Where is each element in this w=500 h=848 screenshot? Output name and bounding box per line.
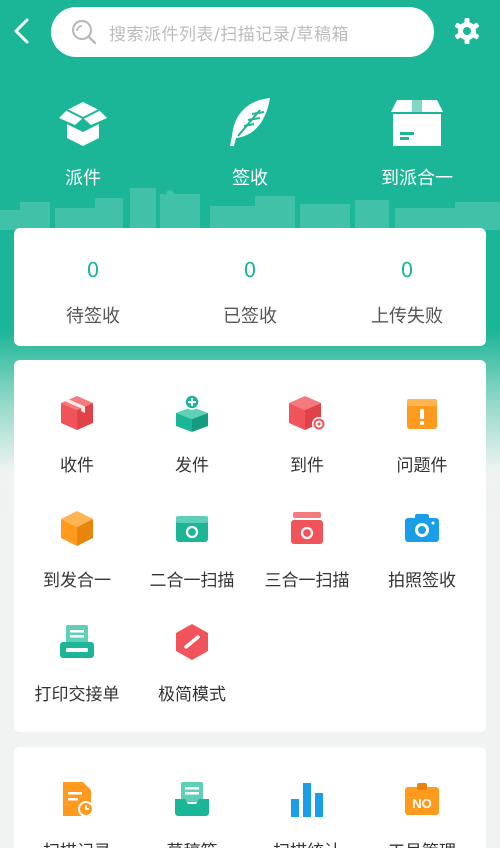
camera-icon bbox=[405, 514, 439, 542]
tile-arrive-send[interactable]: 到发合一 bbox=[18, 508, 136, 608]
function-grid-panel: 收件 发件 到件 问题件 到发合一 二合一扫描 三合一扫描 拍照签收 打印交接单… bbox=[14, 360, 486, 732]
quick-action-arrive-dispatch[interactable]: 到派合一 bbox=[357, 92, 477, 192]
stat-label: 上传失败 bbox=[371, 306, 443, 327]
tile-scan-stats[interactable]: 扫描统计 bbox=[248, 779, 366, 848]
search-icon bbox=[71, 19, 97, 45]
tile-label: 到发合一 bbox=[43, 571, 111, 591]
scan-3in1-icon bbox=[291, 512, 323, 544]
tile-label: 草稿箱 bbox=[133, 837, 251, 848]
stat-signed[interactable]: 0 已签收 bbox=[171, 228, 329, 346]
arrive-box-icon bbox=[289, 396, 326, 431]
tile-minimal-mode[interactable]: 极简模式 bbox=[133, 622, 251, 722]
tile-scan-3in1[interactable]: 三合一扫描 bbox=[248, 508, 366, 608]
tile-employee-id[interactable]: NO 工号管理 bbox=[363, 779, 481, 848]
cube-icon bbox=[61, 511, 93, 546]
open-box-icon bbox=[59, 102, 107, 146]
tile-label: 扫描统计 bbox=[248, 837, 366, 848]
gear-icon[interactable] bbox=[452, 16, 482, 46]
tile-receive[interactable]: 收件 bbox=[18, 393, 136, 493]
stat-upload-failed[interactable]: 0 上传失败 bbox=[328, 228, 486, 346]
tile-label: 扫描记录 bbox=[18, 837, 136, 848]
tile-label: 三合一扫描 bbox=[264, 571, 350, 591]
stats-card: 0 待签收 0 已签收 0 上传失败 bbox=[14, 228, 486, 346]
city-skyline-decoration bbox=[0, 188, 500, 230]
badge-no-icon: NO bbox=[405, 783, 439, 815]
bar-stats-icon bbox=[291, 783, 323, 817]
scan-record-icon bbox=[63, 782, 94, 817]
tile-arrive[interactable]: 到件 bbox=[248, 393, 366, 493]
tile-label: 拍照签收 bbox=[388, 571, 456, 591]
problem-box-icon bbox=[407, 399, 437, 429]
tile-label: 到件 bbox=[290, 456, 324, 476]
tile-problem[interactable]: 问题件 bbox=[363, 393, 481, 493]
quick-action-dispatch[interactable]: 派件 bbox=[23, 92, 143, 192]
scan-2in1-icon bbox=[176, 516, 208, 542]
feather-icon bbox=[230, 98, 270, 146]
draft-tray-icon bbox=[175, 782, 209, 816]
tile-label: 二合一扫描 bbox=[149, 571, 235, 591]
tile-label: 打印交接单 bbox=[34, 685, 120, 705]
tile-label: 收件 bbox=[60, 456, 94, 476]
tile-label: 极简模式 bbox=[158, 685, 226, 705]
stat-pending-sign[interactable]: 0 待签收 bbox=[14, 228, 172, 346]
search-placeholder: 搜索派件列表/扫描记录/草稿箱 bbox=[109, 24, 349, 45]
tile-label: 工号管理 bbox=[363, 837, 481, 848]
printer-icon bbox=[60, 625, 94, 658]
tile-photo-sign[interactable]: 拍照签收 bbox=[363, 508, 481, 608]
search-input[interactable]: 搜索派件列表/扫描记录/草稿箱 bbox=[51, 7, 434, 57]
tile-send[interactable]: 发件 bbox=[133, 393, 251, 493]
stat-value: 0 bbox=[400, 258, 414, 282]
tile-scan-record[interactable]: 扫描记录 bbox=[18, 779, 136, 848]
tile-scan-2in1[interactable]: 二合一扫描 bbox=[133, 508, 251, 608]
stat-value: 0 bbox=[86, 258, 100, 282]
send-box-icon bbox=[176, 394, 208, 432]
minimal-mode-icon bbox=[176, 624, 208, 660]
back-icon[interactable] bbox=[10, 16, 36, 46]
receive-box-icon bbox=[61, 396, 93, 430]
quick-action-sign[interactable]: 签收 bbox=[190, 92, 310, 192]
tile-print-handover[interactable]: 打印交接单 bbox=[18, 622, 136, 722]
tile-label: 发件 bbox=[175, 456, 209, 476]
tile-label: 问题件 bbox=[396, 456, 448, 476]
stat-label: 待签收 bbox=[66, 306, 120, 327]
tools-panel: 扫描记录 草稿箱 扫描统计 NO 工号管理 bbox=[14, 747, 486, 848]
badge-no-text: NO bbox=[412, 796, 432, 811]
stat-label: 已签收 bbox=[223, 306, 277, 327]
top-bar: 搜索派件列表/扫描记录/草稿箱 bbox=[0, 0, 500, 64]
stat-value: 0 bbox=[243, 258, 257, 282]
parcel-box-icon bbox=[391, 100, 443, 146]
tile-draft-box[interactable]: 草稿箱 bbox=[133, 779, 251, 848]
